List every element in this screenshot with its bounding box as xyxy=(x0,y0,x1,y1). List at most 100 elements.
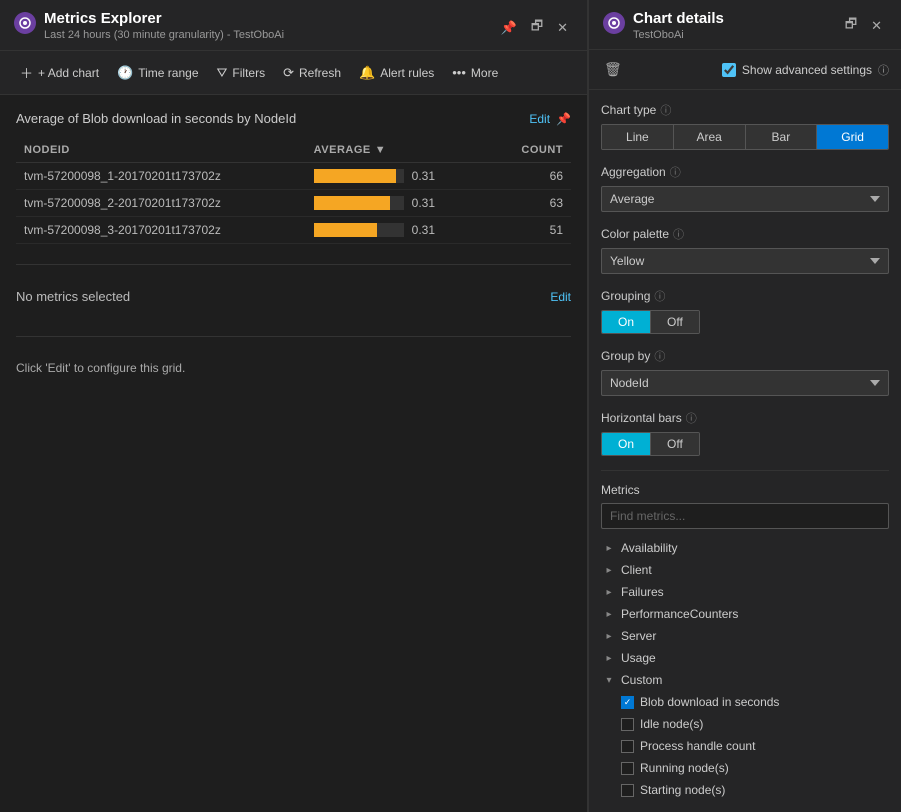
right-subtitle: TestOboAi xyxy=(633,29,724,41)
add-chart-button[interactable]: ＋ + Add chart xyxy=(12,59,107,86)
chart-type-bar[interactable]: Bar xyxy=(746,125,818,149)
no-metrics-edit-button[interactable]: Edit xyxy=(550,290,571,304)
left-title-area: Metrics Explorer Last 24 hours (30 minut… xyxy=(14,10,284,41)
tree-child-4[interactable]: Starting node(s) xyxy=(619,779,889,801)
chart-type-grid[interactable]: Grid xyxy=(817,125,888,149)
cell-count: 51 xyxy=(493,217,571,244)
tree-category-usage[interactable]: ▸ Usage xyxy=(601,647,889,669)
cell-nodeid: tvm-57200098_2-20170201t173702z xyxy=(16,190,306,217)
no-metrics-text: No metrics selected xyxy=(16,289,130,304)
right-close-button[interactable]: ✕ xyxy=(866,15,887,37)
horizontal-bars-toggle: On Off xyxy=(601,432,700,456)
horizontal-bars-off-button[interactable]: Off xyxy=(651,433,699,455)
cell-count: 66 xyxy=(493,163,571,190)
right-app-icon xyxy=(603,12,625,34)
grouping-off-button[interactable]: Off xyxy=(651,311,699,333)
table-row: tvm-57200098_2-20170201t173702z 0.31 63 xyxy=(16,190,571,217)
metrics-search-input[interactable] xyxy=(601,503,889,529)
right-restore-button[interactable]: 🗗 xyxy=(840,12,862,40)
more-button[interactable]: ••• More xyxy=(444,61,506,84)
horizontal-bars-on-button[interactable]: On xyxy=(602,433,651,455)
group-by-group: Group by ⓘ NodeId None xyxy=(601,348,889,396)
no-metrics-header: No metrics selected Edit xyxy=(16,289,571,304)
tree-category-performancecounters[interactable]: ▸ PerformanceCounters xyxy=(601,603,889,625)
toolbar: ＋ + Add chart 🕐 Time range ⛛ Filters ⟳ R… xyxy=(0,51,587,95)
tree-category-custom[interactable]: ▾ Custom xyxy=(601,669,889,691)
horizontal-bars-label: Horizontal bars ⓘ xyxy=(601,410,889,426)
grouping-help-icon: ⓘ xyxy=(654,288,665,304)
show-advanced-area: Show advanced settings ⓘ xyxy=(722,62,889,78)
color-palette-select[interactable]: Yellow Blue Green Red Purple xyxy=(601,248,889,274)
tree-category-server[interactable]: ▸ Server xyxy=(601,625,889,647)
tree-child-label: Process handle count xyxy=(640,739,887,753)
tree-category-client[interactable]: ▸ Client xyxy=(601,559,889,581)
group-by-select[interactable]: NodeId None xyxy=(601,370,889,396)
left-panel: Metrics Explorer Last 24 hours (30 minut… xyxy=(0,0,588,812)
chart-type-help-icon: ⓘ xyxy=(660,102,671,118)
col-nodeid: NODEID xyxy=(16,138,306,163)
tree-category-label: Client xyxy=(621,563,887,577)
tree-child-0[interactable]: Blob download in seconds xyxy=(619,691,889,713)
filter-icon: ⛛ xyxy=(217,65,228,81)
chart-header: Average of Blob download in seconds by N… xyxy=(16,111,571,126)
cell-nodeid: tvm-57200098_3-20170201t173702z xyxy=(16,217,306,244)
tree-arrow-icon: ▸ xyxy=(603,543,615,554)
tree-checkbox[interactable] xyxy=(621,718,634,731)
window-controls: 📌 🗗 ✕ xyxy=(496,14,573,42)
aggregation-label: Aggregation ⓘ xyxy=(601,164,889,180)
tree-child-1[interactable]: Idle node(s) xyxy=(619,713,889,735)
app-title: Metrics Explorer xyxy=(44,10,284,27)
filters-button[interactable]: ⛛ Filters xyxy=(209,61,274,85)
tree-category-availability[interactable]: ▸ Availability xyxy=(601,537,889,559)
alert-rules-button[interactable]: 🔔 Alert rules xyxy=(351,61,442,85)
data-table: NODEID AVERAGE ▼ COUNT tvm-57200098_1-20… xyxy=(16,138,571,244)
tree-category-label: Server xyxy=(621,629,887,643)
tree-arrow-icon: ▸ xyxy=(603,631,615,642)
tree-checkbox[interactable] xyxy=(621,784,634,797)
tree-arrow-icon: ▸ xyxy=(603,565,615,576)
chart-title: Average of Blob download in seconds by N… xyxy=(16,111,296,126)
tree-category-label: Failures xyxy=(621,585,887,599)
advanced-help-icon: ⓘ xyxy=(878,62,889,78)
pin-button[interactable]: 📌 xyxy=(496,17,522,39)
time-range-button[interactable]: 🕐 Time range xyxy=(109,61,206,85)
chart-type-area[interactable]: Area xyxy=(674,125,746,149)
cell-nodeid: tvm-57200098_1-20170201t173702z xyxy=(16,163,306,190)
aggregation-select[interactable]: Average Sum Count Min Max xyxy=(601,186,889,212)
tree-arrow-icon: ▾ xyxy=(603,675,615,686)
horizontal-bars-group: Horizontal bars ⓘ On Off xyxy=(601,410,889,456)
grouping-on-button[interactable]: On xyxy=(602,311,651,333)
tree-arrow-icon: ▸ xyxy=(603,653,615,664)
show-advanced-checkbox[interactable] xyxy=(722,63,736,77)
chart-edit-button[interactable]: Edit xyxy=(529,112,550,126)
right-title: Chart details xyxy=(633,10,724,27)
table-row: tvm-57200098_1-20170201t173702z 0.31 66 xyxy=(16,163,571,190)
tree-category-label: PerformanceCounters xyxy=(621,607,887,621)
group-by-help-icon: ⓘ xyxy=(654,348,665,364)
tree-checkbox[interactable] xyxy=(621,762,634,775)
tree-child-2[interactable]: Process handle count xyxy=(619,735,889,757)
tree-category-label: Availability xyxy=(621,541,887,555)
add-chart-icon: ＋ xyxy=(20,63,33,82)
grouping-toggle: On Off xyxy=(601,310,700,334)
section-separator xyxy=(16,264,571,265)
tree-category-failures[interactable]: ▸ Failures xyxy=(601,581,889,603)
cell-average: 0.31 xyxy=(306,163,493,190)
chart-edit-area: Edit 📌 xyxy=(529,112,571,126)
right-window-controls: 🗗 ✕ xyxy=(840,12,887,40)
refresh-button[interactable]: ⟳ Refresh xyxy=(275,61,349,85)
tree-checkbox[interactable] xyxy=(621,696,634,709)
tree-checkbox[interactable] xyxy=(621,740,634,753)
close-button[interactable]: ✕ xyxy=(552,17,573,39)
right-panel: Chart details TestOboAi 🗗 ✕ 🗑 Show advan… xyxy=(588,0,901,812)
show-advanced-label[interactable]: Show advanced settings xyxy=(742,63,872,77)
restore-button[interactable]: 🗗 xyxy=(526,14,548,42)
tree-child-3[interactable]: Running node(s) xyxy=(619,757,889,779)
cell-count: 63 xyxy=(493,190,571,217)
tree-child-label: Blob download in seconds xyxy=(640,695,887,709)
chart-type-line[interactable]: Line xyxy=(602,125,674,149)
aggregation-group: Aggregation ⓘ Average Sum Count Min Max xyxy=(601,164,889,212)
aggregation-help-icon: ⓘ xyxy=(670,164,681,180)
delete-button[interactable]: 🗑 xyxy=(601,58,625,81)
group-by-label: Group by ⓘ xyxy=(601,348,889,364)
